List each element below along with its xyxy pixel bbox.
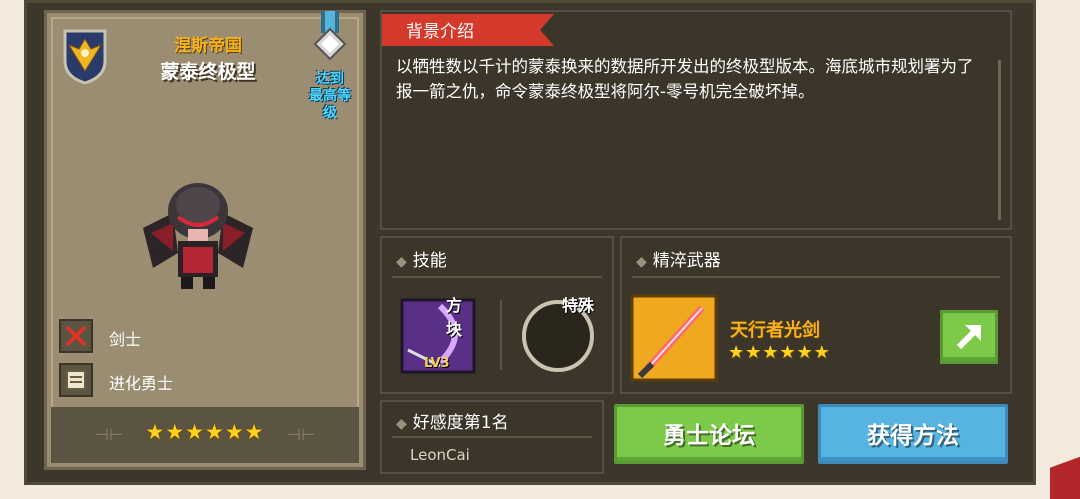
background-description: 以牺牲数以千计的蒙泰换来的数据所开发出的终极型版本。海底城市规划署为了报一箭之仇… [396,57,974,101]
class-label: 剑士 [109,330,142,349]
max-level-line-2: 最高等 [309,88,351,104]
skills-panel: ◆ 技能 方块 LV3 特殊 [380,236,614,394]
scroll-icon [59,363,93,397]
affinity-divider [392,436,592,438]
max-level-medal: 达到 最高等 级 [303,11,357,141]
skills-title-text: 技能 [412,251,447,271]
arrow-icon: ◆ [396,254,407,270]
arrow-up-right-icon [956,325,981,350]
skill-block[interactable]: 方块 LV3 [400,294,476,374]
weapon-title: ◆ 精淬武器 [636,246,721,271]
max-level-line-3: 级 [323,105,337,121]
skill-level: LV3 [424,356,450,371]
character-name: 蒙泰终极型 [160,61,256,83]
arrow-icon: ◆ [396,416,407,432]
obtain-method-button[interactable]: 获得方法 [818,404,1008,464]
max-level-text: 达到 最高等 级 [303,71,357,122]
evolution-label: 进化勇士 [109,374,174,393]
description-scrollbar[interactable] [998,60,1001,220]
lightsaber-icon[interactable] [630,294,718,382]
arrow-icon: ◆ [636,254,647,270]
evolution-row: 进化勇士 [59,363,319,399]
skill-special[interactable]: 特殊 [520,294,596,374]
faction-emblem-icon [63,29,107,85]
forum-button[interactable]: 勇士论坛 [614,404,804,464]
skill-block-label: 方块 [446,296,463,339]
skills-separator [500,300,502,370]
skill-special-label: 特殊 [562,296,595,315]
faction-name: 涅斯帝国 [174,36,242,56]
character-sprite[interactable] [133,173,263,293]
weapon-divider [632,276,1000,278]
skills-divider [392,276,602,278]
background-title: 背景介绍 [406,22,474,42]
affinity-user[interactable]: LeonCai [410,446,470,464]
class-row: 剑士 [59,319,319,355]
skills-title: ◆ 技能 [396,246,447,271]
affinity-title: ◆ 好感度第1名 [396,408,509,433]
affinity-title-text: 好感度第1名 [412,413,509,433]
corner-decoration [1050,439,1080,499]
weapon-detail-button[interactable] [940,310,998,364]
weapon-name: 天行者光剑 [730,320,820,341]
medal-icon [313,11,347,61]
weapon-title-text: 精淬武器 [652,251,721,271]
sword-class-icon [59,319,93,353]
weapon-stars: ★★★★★★ [728,342,831,363]
character-card: 涅斯帝国 蒙泰终极型 达到 最高等 级 剑士 进化勇士 ⊣⊢ ★★★★★★ ⊣⊢ [44,10,366,470]
max-level-line-1: 达到 [316,71,344,87]
right-ornament-icon: ⊣⊢ [287,425,315,444]
weapon-panel: ◆ 精淬武器 天行者光剑 ★★★★★★ [620,236,1012,394]
affinity-panel: ◆ 好感度第1名 LeonCai [380,400,604,474]
rarity-bar: ⊣⊢ ★★★★★★ ⊣⊢ [51,407,359,463]
